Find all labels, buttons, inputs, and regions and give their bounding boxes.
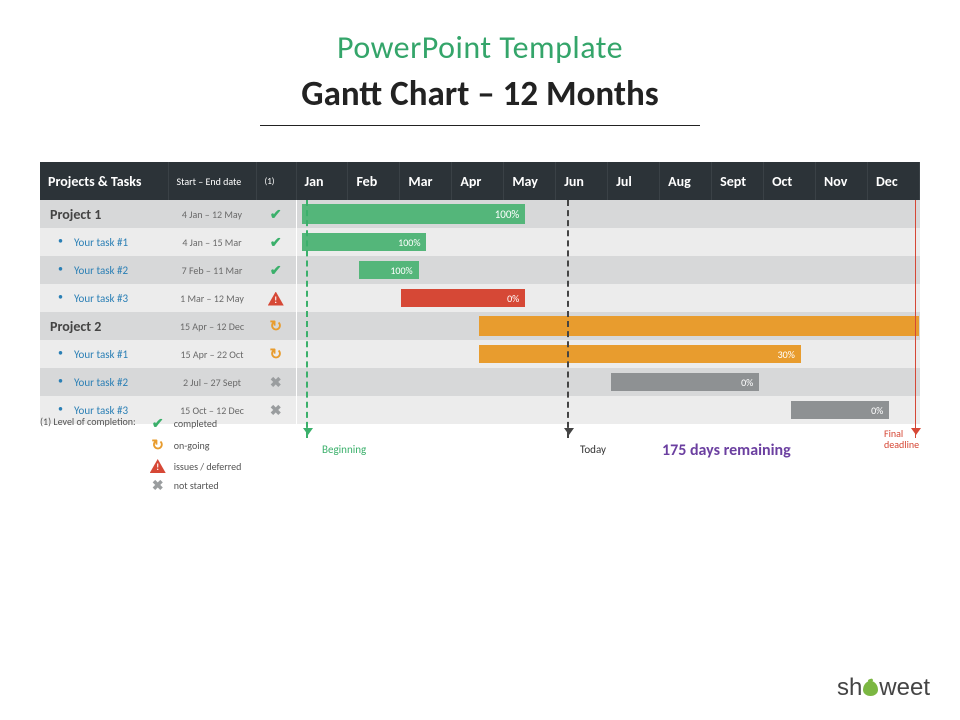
row-status: ✖ [256, 396, 296, 424]
days-remaining: 175 days remaining [662, 441, 791, 460]
legend-item: ✔ completed [150, 415, 242, 432]
col-month: Nov [816, 162, 868, 200]
legend-label: on-going [174, 439, 210, 452]
brand-text: weet [879, 674, 930, 701]
col-month: Mar [400, 162, 452, 200]
gantt-bar: 100% [302, 204, 526, 224]
leaf-icon [863, 681, 878, 696]
col-month: Sept [712, 162, 764, 200]
timeline-cell: 100% [296, 200, 920, 228]
task-row: Your task #115 Apr – 22 Oct ↻ 30% [40, 340, 920, 368]
col-month: May [504, 162, 556, 200]
row-status: ✔ [256, 228, 296, 256]
row-status: ✔ [256, 256, 296, 284]
legend-item: ↻ on-going [150, 436, 242, 455]
divider [260, 125, 700, 126]
col-month: Dec [867, 162, 919, 200]
row-dates: 4 Jan – 12 May [168, 200, 256, 228]
gantt-bar: 100% [359, 261, 419, 279]
row-status: ✖ [256, 368, 296, 396]
check-icon: ✔ [270, 206, 282, 223]
legend-label: not started [174, 479, 219, 492]
legend: (1) Level of completion: ✔ completed ↻ on-g… [40, 415, 241, 494]
page-title: Gantt Chart – 12 Months [24, 73, 936, 115]
task-row: Your task #14 Jan – 15 Mar ✔ 100% [40, 228, 920, 256]
row-dates: 15 Apr – 12 Dec [168, 312, 256, 340]
task-row: Your task #22 Jul – 27 Sept ✖ 0% [40, 368, 920, 396]
row-status: ↻ [256, 312, 296, 340]
gantt-bar: 0% [791, 401, 890, 419]
slide: PowerPoint Template Gantt Chart – 12 Mon… [0, 0, 960, 720]
label-beginning: Beginning [322, 443, 366, 456]
col-month: Jul [608, 162, 660, 200]
row-name: Project 2 [40, 312, 168, 340]
timeline-cell [296, 312, 920, 340]
timeline-cell: 100% [296, 256, 920, 284]
timeline-cell: 30% [296, 340, 920, 368]
col-note: (1) [256, 162, 296, 200]
col-projects: Projects & Tasks [40, 162, 168, 200]
brand-text: sh [837, 674, 862, 701]
supertitle: PowerPoint Template [24, 28, 936, 67]
gantt-table: Projects & Tasks Start – End date (1) Ja… [40, 162, 920, 424]
gantt-bar: 30% [479, 345, 801, 363]
row-name: Your task #1 [40, 340, 168, 368]
row-dates: 4 Jan – 15 Mar [168, 228, 256, 256]
gantt-chart: Projects & Tasks Start – End date (1) Ja… [40, 162, 920, 424]
gantt-bar [479, 316, 920, 336]
legend-label: completed [174, 417, 217, 430]
timeline-cell: 0% [296, 396, 920, 424]
project-row: Project 14 Jan – 12 May ✔ 100% [40, 200, 920, 228]
row-name: Project 1 [40, 200, 168, 228]
col-month: Jun [556, 162, 608, 200]
col-month: Apr [452, 162, 504, 200]
cross-icon: ✖ [152, 477, 164, 494]
check-icon: ✔ [270, 234, 282, 251]
row-status: ✔ [256, 200, 296, 228]
row-name: Your task #2 [40, 368, 168, 396]
timeline-cell: 100% [296, 228, 920, 256]
project-row: Project 215 Apr – 12 Dec ↻ [40, 312, 920, 340]
brand-showeet: shweet [837, 674, 930, 702]
legend-label: issues / deferred [174, 460, 242, 473]
header-row: Projects & Tasks Start – End date (1) Ja… [40, 162, 920, 200]
timeline-cell: 0% [296, 284, 920, 312]
gantt-bar: 0% [611, 373, 759, 391]
row-status: ! [256, 284, 296, 312]
row-name: Your task #3 [40, 284, 168, 312]
row-status: ↻ [256, 340, 296, 368]
col-month: Aug [660, 162, 712, 200]
legend-item: ! issues / deferred [150, 459, 242, 473]
task-row: Your task #27 Feb – 11 Mar ✔ 100% [40, 256, 920, 284]
col-month: Feb [348, 162, 400, 200]
label-final-deadline: Final deadline [884, 428, 924, 450]
refresh-icon: ↻ [269, 318, 282, 336]
legend-item: ✖ not started [150, 477, 242, 494]
row-dates: 15 Apr – 22 Oct [168, 340, 256, 368]
warning-icon: ! [268, 292, 284, 306]
timeline-cell: 0% [296, 368, 920, 396]
col-month: Oct [764, 162, 816, 200]
task-row: Your task #31 Mar – 12 May! 0% [40, 284, 920, 312]
check-icon: ✔ [270, 262, 282, 279]
row-name: Your task #1 [40, 228, 168, 256]
col-dates: Start – End date [168, 162, 256, 200]
col-month: Jan [296, 162, 348, 200]
row-name: Your task #2 [40, 256, 168, 284]
legend-title: (1) Level of completion: [40, 415, 136, 494]
label-today: Today [580, 443, 606, 456]
warning-icon: ! [150, 459, 166, 473]
row-dates: 1 Mar – 12 May [168, 284, 256, 312]
check-icon: ✔ [152, 415, 164, 432]
refresh-icon: ↻ [269, 346, 282, 364]
row-dates: 2 Jul – 27 Sept [168, 368, 256, 396]
gantt-bar: 100% [302, 233, 427, 251]
row-dates: 7 Feb – 11 Mar [168, 256, 256, 284]
refresh-icon: ↻ [151, 437, 164, 455]
cross-icon: ✖ [270, 402, 282, 419]
cross-icon: ✖ [270, 374, 282, 391]
gantt-bar: 0% [401, 289, 526, 307]
